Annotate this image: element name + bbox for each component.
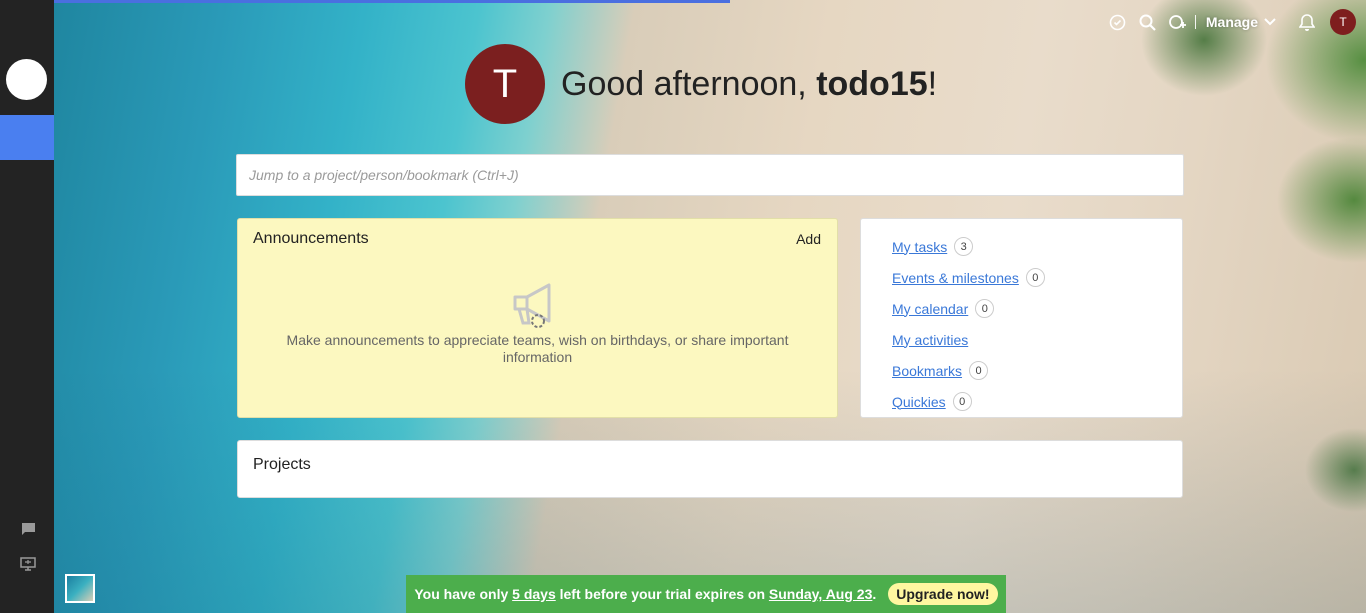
upgrade-now-button[interactable]: Upgrade now! (888, 583, 998, 605)
manage-menu-button[interactable]: Manage (1206, 14, 1276, 30)
projects-card: Projects (237, 440, 1183, 498)
top-right-toolbar: Manage T (1101, 8, 1356, 36)
projects-title: Projects (253, 456, 311, 473)
chat-icon[interactable] (19, 521, 37, 537)
jump-search-box (236, 154, 1184, 196)
jump-search-input[interactable] (249, 167, 1171, 183)
manage-label: Manage (1205, 14, 1258, 30)
user-avatar[interactable]: T (1330, 9, 1356, 35)
logo[interactable] (6, 59, 47, 100)
list-item: My activities (892, 324, 1045, 355)
list-item: Events & milestones 0 (892, 262, 1045, 293)
list-item: My calendar 0 (892, 293, 1045, 324)
bell-icon[interactable] (1294, 9, 1320, 35)
search-icon[interactable] (1135, 9, 1161, 35)
count-badge: 0 (1025, 268, 1045, 287)
toolbar-divider (1194, 15, 1196, 29)
trial-text-before: You have only (414, 586, 513, 602)
announcements-card: Announcements Add Make announcements to … (237, 218, 838, 418)
events-milestones-link[interactable]: Events & milestones (892, 270, 1019, 286)
my-activities-link[interactable]: My activities (892, 332, 968, 348)
list-item: Quickies 0 (892, 386, 1045, 417)
list-item: Bookmarks 0 (892, 355, 1045, 386)
trial-expiry-date: Sunday, Aug 23 (768, 586, 873, 602)
my-calendar-link[interactable]: My calendar (892, 301, 968, 317)
screen-icon[interactable] (19, 556, 37, 572)
greeting-avatar: T (465, 44, 545, 124)
announcements-empty-text: Make announcements to appreciate teams, … (286, 332, 789, 365)
trial-days: 5 days (512, 586, 556, 602)
quick-links-card: My tasks 3 Events & milestones 0 My calend… (860, 218, 1183, 418)
list-item: My tasks 3 (892, 231, 1045, 262)
greeting-username: todo15 (816, 64, 928, 103)
sidebar-item-active[interactable] (0, 115, 54, 160)
greeting: T Good afternoon, todo15! (465, 44, 937, 124)
add-user-icon[interactable] (1165, 9, 1191, 35)
chevron-down-icon (1264, 18, 1276, 26)
left-sidebar (0, 0, 54, 613)
greeting-prefix: Good afternoon, (561, 64, 817, 103)
count-badge: 0 (975, 299, 995, 318)
quickies-link[interactable]: Quickies (892, 394, 946, 410)
count-badge: 0 (952, 392, 972, 411)
background-picker-thumbnail[interactable] (65, 574, 95, 603)
add-announcement-button[interactable]: Add (796, 231, 821, 247)
megaphone-icon (513, 283, 551, 328)
trial-banner: You have only 5 days left before your tr… (406, 575, 1006, 613)
trial-text-after: . (872, 586, 877, 602)
greeting-suffix: ! (927, 64, 938, 103)
greeting-text: Good afternoon, todo15! (561, 65, 937, 104)
announcements-title: Announcements (253, 230, 369, 247)
trial-text-middle: left before your trial expires on (555, 586, 769, 602)
count-badge: 0 (969, 361, 989, 380)
my-tasks-link[interactable]: My tasks (892, 239, 947, 255)
bookmarks-link[interactable]: Bookmarks (892, 363, 962, 379)
timer-icon[interactable] (1105, 9, 1131, 35)
loading-progress-bar (0, 0, 730, 3)
count-badge: 3 (954, 237, 974, 256)
